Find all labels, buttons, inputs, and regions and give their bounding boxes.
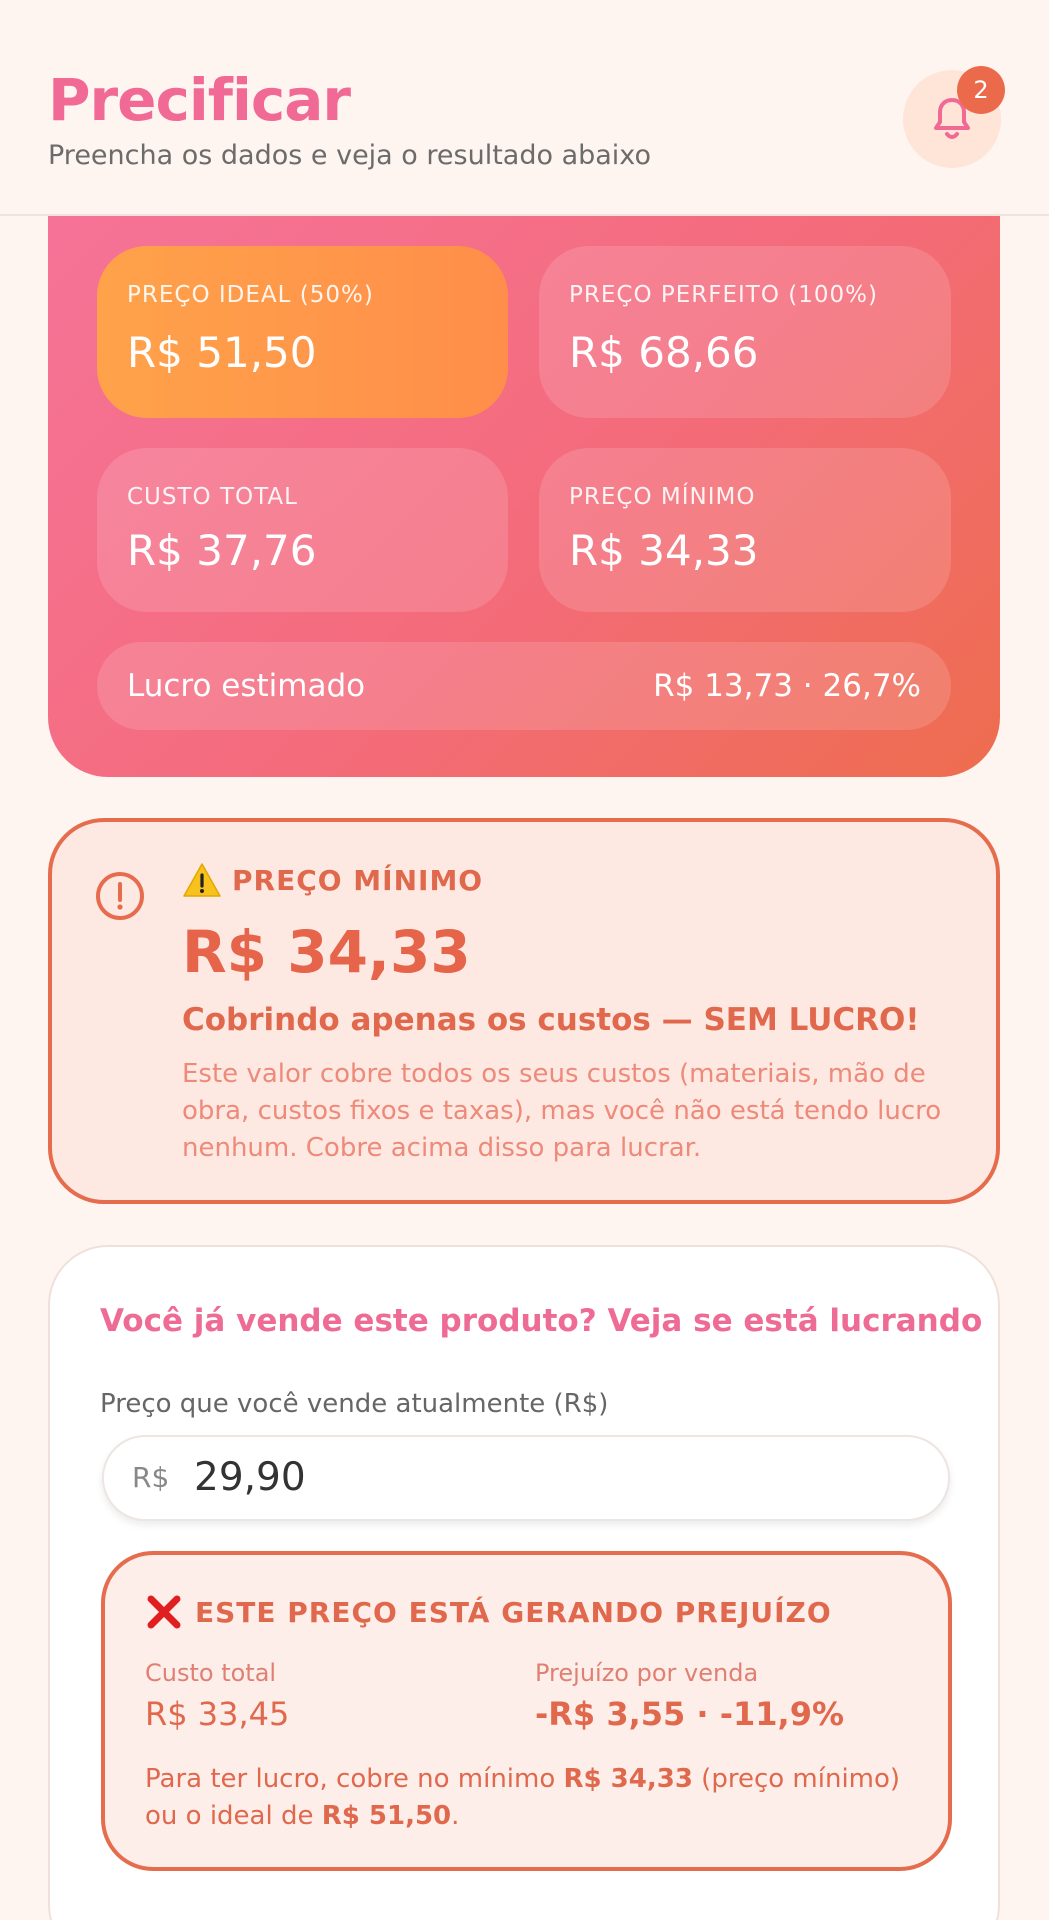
warning-amount: R$ 34,33 bbox=[182, 918, 471, 986]
loss-note-ideal-price: R$ 51,50 bbox=[321, 1801, 452, 1831]
perfect-price-tile: PREÇO PERFEITO (100%) R$ 68,66 bbox=[539, 246, 951, 418]
warning-triangle-icon bbox=[183, 863, 221, 897]
ideal-price-label: PREÇO IDEAL (50%) bbox=[127, 282, 374, 308]
loss-title-row: ESTE PREÇO ESTÁ GERANDO PREJUÍZO bbox=[145, 1593, 832, 1631]
currency-prefix: R$ bbox=[132, 1461, 170, 1494]
warning-headline: Cobrindo apenas os custos — SEM LUCRO! bbox=[182, 1002, 920, 1038]
pricing-result-card: PREÇO IDEAL (50%) R$ 51,50 PREÇO PERFEIT… bbox=[48, 160, 1000, 777]
warning-title-row: PREÇO MÍNIMO bbox=[182, 862, 483, 898]
loss-cost-label: Custo total bbox=[145, 1659, 277, 1687]
current-price-field[interactable]: R$ bbox=[102, 1435, 950, 1521]
ideal-price-tile: PREÇO IDEAL (50%) R$ 51,50 bbox=[97, 246, 508, 418]
estimated-profit-value: R$ 13,73 · 26,7% bbox=[653, 668, 921, 704]
page-subtitle: Preencha os dados e veja o resultado aba… bbox=[48, 140, 651, 171]
loss-alert-box: ESTE PREÇO ESTÁ GERANDO PREJUÍZO Custo t… bbox=[101, 1551, 952, 1871]
loss-note-min-price: R$ 34,33 bbox=[563, 1764, 693, 1794]
loss-title: ESTE PREÇO ESTÁ GERANDO PREJUÍZO bbox=[195, 1595, 832, 1629]
ideal-price-value: R$ 51,50 bbox=[127, 328, 317, 377]
current-price-check-card: Você já vende este produto? Veja se está… bbox=[48, 1245, 1000, 1920]
total-cost-tile: CUSTO TOTAL R$ 37,76 bbox=[97, 448, 508, 612]
perfect-price-label: PREÇO PERFEITO (100%) bbox=[569, 282, 878, 308]
min-price-warning-card: PREÇO MÍNIMO R$ 34,33 Cobrindo apenas os… bbox=[48, 818, 1000, 1204]
min-price-label: PREÇO MÍNIMO bbox=[569, 484, 756, 510]
min-price-tile: PREÇO MÍNIMO R$ 34,33 bbox=[539, 448, 951, 612]
page-title: Precificar bbox=[48, 66, 351, 134]
total-cost-label: CUSTO TOTAL bbox=[127, 484, 298, 510]
perfect-price-value: R$ 68,66 bbox=[569, 328, 759, 377]
loss-cost-value: R$ 33,45 bbox=[145, 1695, 290, 1733]
loss-per-sale-value: -R$ 3,55 · -11,9% bbox=[535, 1695, 845, 1733]
estimated-profit-label: Lucro estimado bbox=[127, 668, 366, 704]
current-price-label: Preço que você vende atualmente (R$) bbox=[100, 1389, 609, 1419]
notification-badge: 2 bbox=[957, 66, 1005, 114]
loss-per-sale-label: Prejuízo por venda bbox=[535, 1659, 759, 1687]
estimated-profit-row: Lucro estimado R$ 13,73 · 26,7% bbox=[97, 642, 951, 730]
exclamation-circle-icon bbox=[96, 872, 144, 920]
min-price-value: R$ 34,33 bbox=[569, 526, 759, 575]
current-price-check-title: Você já vende este produto? Veja se está… bbox=[100, 1303, 983, 1339]
warning-description: Este valor cobre todos os seus custos (m… bbox=[182, 1059, 942, 1163]
total-cost-value: R$ 37,76 bbox=[127, 526, 317, 575]
loss-note-suffix: . bbox=[451, 1801, 460, 1831]
red-x-icon bbox=[147, 1595, 181, 1629]
loss-advice-note: Para ter lucro, cobre no mínimo R$ 34,33… bbox=[145, 1761, 925, 1835]
app-header: Precificar Preencha os dados e veja o re… bbox=[0, 0, 1049, 216]
loss-note-prefix: Para ter lucro, cobre no mínimo bbox=[145, 1764, 564, 1794]
warning-title: PREÇO MÍNIMO bbox=[232, 863, 484, 897]
current-price-input[interactable] bbox=[194, 1455, 894, 1500]
